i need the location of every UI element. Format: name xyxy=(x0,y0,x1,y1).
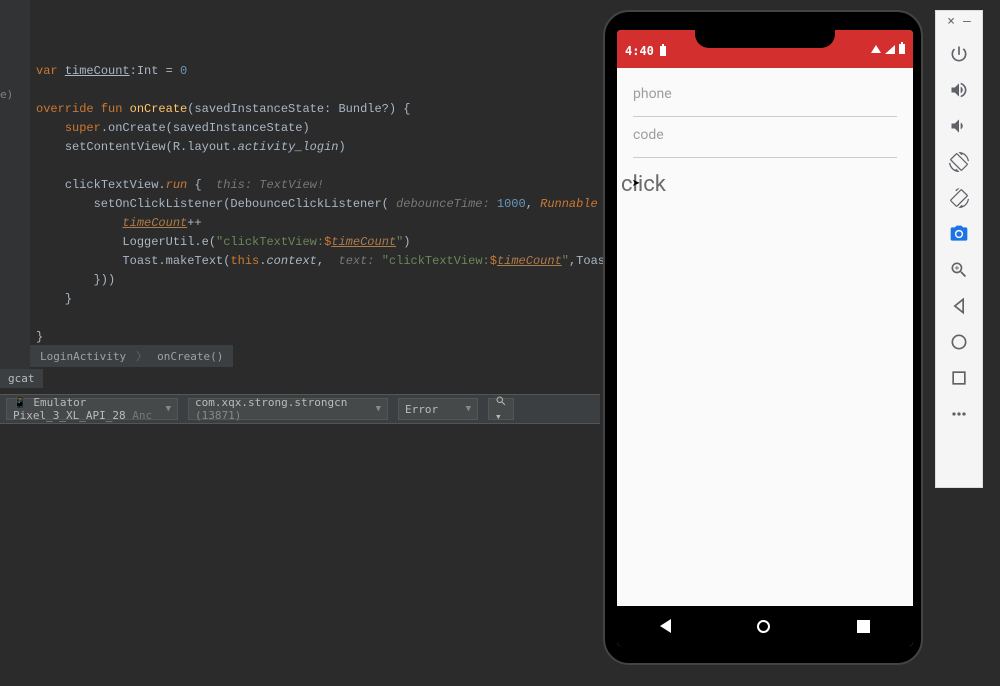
overview-button[interactable] xyxy=(943,362,975,394)
breadcrumb-method[interactable]: onCreate() xyxy=(157,350,223,363)
emulator-device-frame: 4:40 phone code click xyxy=(603,10,923,665)
rotate-right-button[interactable] xyxy=(943,182,975,214)
click-textview[interactable]: click xyxy=(621,172,897,197)
chevron-down-icon: ▼ xyxy=(166,404,171,414)
search-icon: ▾ xyxy=(495,395,507,423)
home-button[interactable] xyxy=(757,620,770,633)
volume-up-button[interactable] xyxy=(943,74,975,106)
volume-down-button[interactable] xyxy=(943,110,975,142)
mouse-cursor-icon: ➤ xyxy=(632,176,640,192)
battery-icon xyxy=(899,44,905,54)
battery-icon xyxy=(660,46,666,56)
device-selector[interactable]: 📱 Emulator Pixel_3_XL_API_28 Anc ▼ xyxy=(6,398,178,420)
code-input[interactable]: code xyxy=(633,127,897,158)
rotate-left-button[interactable] xyxy=(943,146,975,178)
chevron-down-icon: ▼ xyxy=(466,404,471,414)
device-notch xyxy=(695,30,835,48)
emulator-screen[interactable]: 4:40 phone code click xyxy=(617,30,913,646)
editor-gutter xyxy=(0,0,30,370)
wifi-icon xyxy=(871,45,881,53)
code-editor[interactable]: var timeCount:Int = 0 override fun onCre… xyxy=(0,0,600,686)
home-button[interactable] xyxy=(943,326,975,358)
power-button[interactable] xyxy=(943,38,975,70)
logcat-toolbar: 📱 Emulator Pixel_3_XL_API_28 Anc ▼ com.x… xyxy=(0,394,600,424)
close-button[interactable]: × xyxy=(947,15,955,28)
logcat-tab[interactable]: gcat xyxy=(0,369,43,388)
chevron-down-icon: ▼ xyxy=(376,404,381,414)
process-selector[interactable]: com.xqx.strong.strongcn (13871) ▼ xyxy=(188,398,388,420)
recents-button[interactable] xyxy=(857,620,870,633)
minimize-button[interactable]: – xyxy=(963,15,971,28)
android-nav-bar xyxy=(617,606,913,646)
status-time: 4:40 xyxy=(625,44,654,58)
logcat-search[interactable]: ▾ xyxy=(488,398,514,420)
signal-icon xyxy=(885,45,895,54)
emulator-toolbar: × – xyxy=(935,10,983,488)
breadcrumb[interactable]: LoginActivity 〉 onCreate() xyxy=(30,345,233,367)
breadcrumb-class[interactable]: LoginActivity xyxy=(40,350,126,363)
back-button[interactable] xyxy=(660,619,671,633)
phone-input[interactable]: phone xyxy=(633,86,897,117)
more-button[interactable] xyxy=(943,398,975,430)
back-button[interactable] xyxy=(943,290,975,322)
screenshot-button[interactable] xyxy=(943,218,975,250)
zoom-button[interactable] xyxy=(943,254,975,286)
log-level-selector[interactable]: Error ▼ xyxy=(398,398,478,420)
